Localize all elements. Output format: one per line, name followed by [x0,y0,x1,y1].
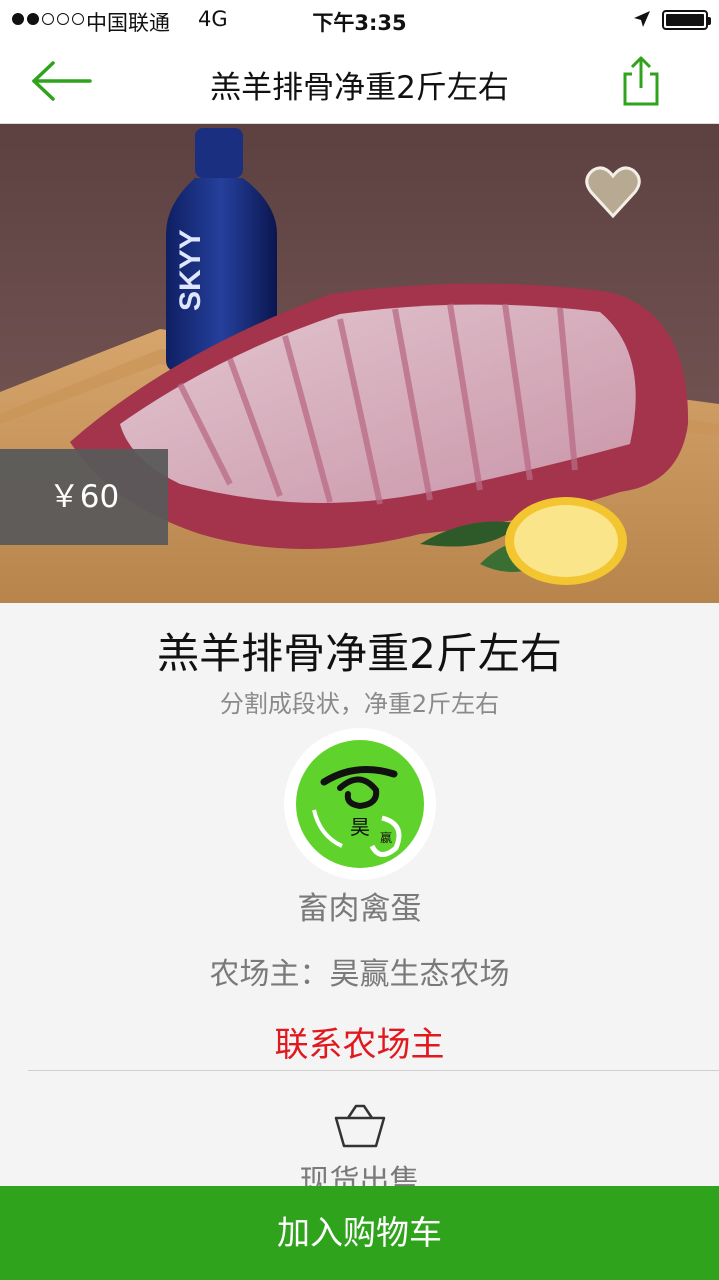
svg-text:SKYY: SKYY [174,229,207,311]
farm-logo-text-2: 嬴 [380,831,392,845]
product-category: 畜肉禽蛋 [297,891,422,927]
product-subtitle: 分割成段状，净重2斤左右 [219,690,500,718]
basket-icon [334,1104,386,1148]
contact-farmer-button[interactable]: 联系农场主 [0,1017,719,1066]
product-detail-screen: 中国联通 4G 下午3:35 羔羊排骨净重2斤左右 SKYY ￥60 羔羊排骨净… [0,0,719,1280]
status-time: 下午3:35 [312,11,407,35]
heart-icon[interactable] [584,164,642,220]
share-icon[interactable] [616,54,666,108]
arrow-left-icon[interactable] [26,58,96,104]
farm-logo[interactable]: 昊 嬴 [284,728,436,880]
product-image: SKYY ￥60 [0,124,719,603]
price-badge: ￥60 [0,449,168,545]
battery-icon [662,10,711,30]
farm-owner: 农场主：昊赢生态农场 [209,957,510,992]
navigation-bar: 羔羊排骨净重2斤左右 [0,40,719,124]
location-arrow-icon [634,11,650,27]
divider [28,1070,719,1071]
farm-logo-icon: 昊 嬴 [296,740,424,868]
farm-logo-text: 昊 [350,815,370,839]
product-title: 羔羊排骨净重2斤左右 [157,629,562,678]
status-bar: 中国联通 4G 下午3:35 [0,0,719,40]
add-to-cart-button[interactable]: 加入购物车 [0,1186,719,1280]
nav-title: 羔羊排骨净重2斤左右 [210,70,509,106]
